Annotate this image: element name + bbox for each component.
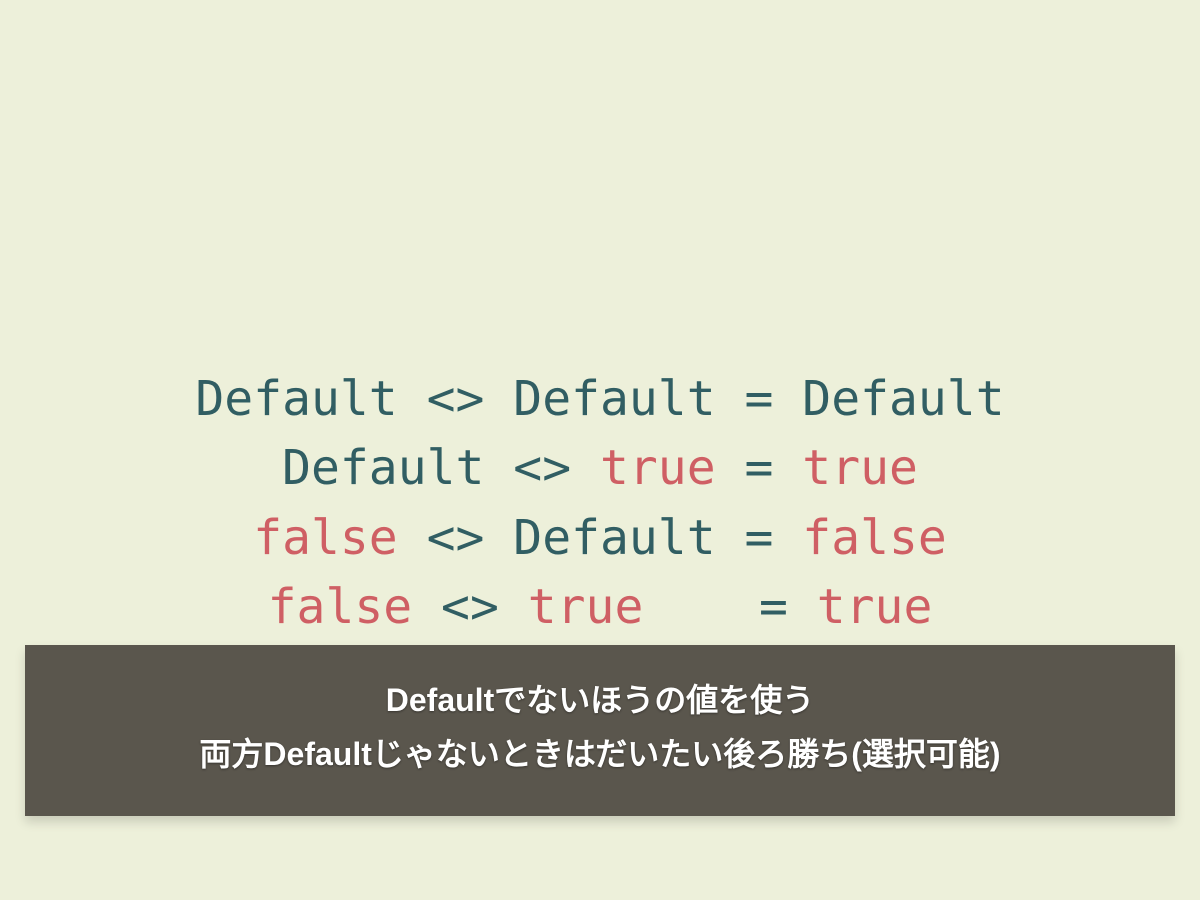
token-true: true [600,440,716,496]
token-default: Default [195,371,397,427]
code-line-2: Default <> true = true [282,440,918,496]
code-line-1: Default <> Default = Default [195,371,1004,427]
token-op: <> [398,371,514,427]
caption-line-1: Defaultでないほうの値を使う [45,673,1155,727]
token-default: Default [802,371,1004,427]
caption-line-2: 両方Defaultじゃないときはだいたい後ろ勝ち(選択可能) [45,727,1155,781]
token-pad [643,579,730,635]
code-line-3: false <> Default = false [253,510,947,566]
token-false: false [268,579,413,635]
slide: Default <> Default = Default Default <> … [0,0,1200,900]
caption-box: Defaultでないほうの値を使う 両方Defaultじゃないときはだいたい後ろ… [25,645,1175,816]
token-eq: = [730,579,817,635]
token-op: <> [484,440,600,496]
token-op: <> [398,510,514,566]
code-line-4: false <> true = true [268,579,933,635]
token-false: false [802,510,947,566]
token-true: true [817,579,933,635]
token-default: Default [513,510,715,566]
token-op: <> [412,579,528,635]
token-false: false [253,510,398,566]
token-eq: = [716,440,803,496]
token-true: true [802,440,918,496]
token-eq: = [716,510,803,566]
token-default: Default [513,371,715,427]
token-eq: = [716,371,803,427]
token-default: Default [282,440,484,496]
token-true: true [528,579,644,635]
